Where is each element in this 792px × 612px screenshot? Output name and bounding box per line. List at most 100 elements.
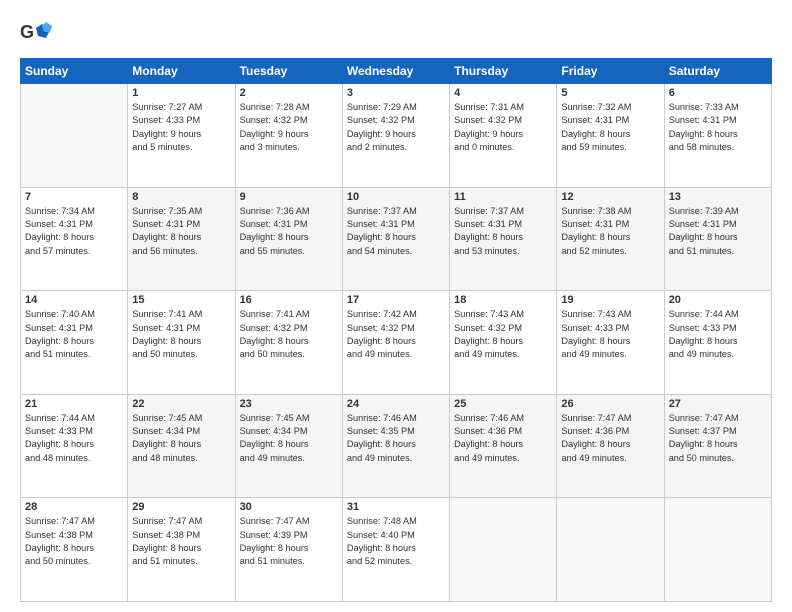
calendar-day-cell: 15 Sunrise: 7:41 AMSunset: 4:31 PMDayligh… [128, 291, 235, 395]
day-number: 25 [454, 398, 552, 410]
day-info: Sunrise: 7:47 AMSunset: 4:36 PMDaylight:… [561, 412, 659, 465]
day-number: 22 [132, 398, 230, 410]
calendar-day-cell: 19 Sunrise: 7:43 AMSunset: 4:33 PMDayligh… [557, 291, 664, 395]
calendar-day-cell: 7 Sunrise: 7:34 AMSunset: 4:31 PMDaylight… [21, 187, 128, 291]
day-info: Sunrise: 7:47 AMSunset: 4:38 PMDaylight:… [25, 515, 123, 568]
day-info: Sunrise: 7:27 AMSunset: 4:33 PMDaylight:… [132, 101, 230, 154]
day-number: 21 [25, 398, 123, 410]
day-number: 5 [561, 87, 659, 99]
day-info: Sunrise: 7:36 AMSunset: 4:31 PMDaylight:… [240, 205, 338, 258]
calendar-day-cell: 23 Sunrise: 7:45 AMSunset: 4:34 PMDayligh… [235, 394, 342, 498]
day-number: 16 [240, 294, 338, 306]
day-info: Sunrise: 7:37 AMSunset: 4:31 PMDaylight:… [347, 205, 445, 258]
calendar-table: SundayMondayTuesdayWednesdayThursdayFrid… [20, 58, 772, 602]
day-info: Sunrise: 7:32 AMSunset: 4:31 PMDaylight:… [561, 101, 659, 154]
day-info: Sunrise: 7:39 AMSunset: 4:31 PMDaylight:… [669, 205, 767, 258]
day-info: Sunrise: 7:45 AMSunset: 4:34 PMDaylight:… [240, 412, 338, 465]
day-info: Sunrise: 7:43 AMSunset: 4:33 PMDaylight:… [561, 308, 659, 361]
svg-text:G: G [20, 22, 34, 42]
day-info: Sunrise: 7:44 AMSunset: 4:33 PMDaylight:… [669, 308, 767, 361]
day-info: Sunrise: 7:43 AMSunset: 4:32 PMDaylight:… [454, 308, 552, 361]
calendar-week-row: 7 Sunrise: 7:34 AMSunset: 4:31 PMDaylight… [21, 187, 772, 291]
day-number: 28 [25, 501, 123, 513]
day-number: 11 [454, 191, 552, 203]
calendar-day-cell: 28 Sunrise: 7:47 AMSunset: 4:38 PMDayligh… [21, 498, 128, 602]
calendar-week-row: 14 Sunrise: 7:40 AMSunset: 4:31 PMDayligh… [21, 291, 772, 395]
day-number: 30 [240, 501, 338, 513]
day-info: Sunrise: 7:31 AMSunset: 4:32 PMDaylight:… [454, 101, 552, 154]
calendar-week-row: 1Sunrise: 7:27 AMSunset: 4:33 PMDaylight… [21, 84, 772, 188]
day-number: 12 [561, 191, 659, 203]
day-number: 4 [454, 87, 552, 99]
calendar-day-cell: 14 Sunrise: 7:40 AMSunset: 4:31 PMDayligh… [21, 291, 128, 395]
logo-icon: G [20, 18, 52, 50]
calendar-day-cell: 22 Sunrise: 7:45 AMSunset: 4:34 PMDayligh… [128, 394, 235, 498]
day-info: Sunrise: 7:34 AMSunset: 4:31 PMDaylight:… [25, 205, 123, 258]
day-number: 15 [132, 294, 230, 306]
day-info: Sunrise: 7:45 AMSunset: 4:34 PMDaylight:… [132, 412, 230, 465]
calendar-day-cell: 29 Sunrise: 7:47 AMSunset: 4:38 PMDayligh… [128, 498, 235, 602]
day-info: Sunrise: 7:33 AMSunset: 4:31 PMDaylight:… [669, 101, 767, 154]
calendar-day-cell: 10 Sunrise: 7:37 AMSunset: 4:31 PMDayligh… [342, 187, 449, 291]
day-info: Sunrise: 7:40 AMSunset: 4:31 PMDaylight:… [25, 308, 123, 361]
calendar-day-cell: 21Sunrise: 7:44 AMSunset: 4:33 PMDayligh… [21, 394, 128, 498]
calendar-day-cell: 1Sunrise: 7:27 AMSunset: 4:33 PMDaylight… [128, 84, 235, 188]
day-info: Sunrise: 7:38 AMSunset: 4:31 PMDaylight:… [561, 205, 659, 258]
day-info: Sunrise: 7:41 AMSunset: 4:32 PMDaylight:… [240, 308, 338, 361]
day-number: 10 [347, 191, 445, 203]
calendar-day-cell: 9 Sunrise: 7:36 AMSunset: 4:31 PMDaylight… [235, 187, 342, 291]
day-number: 31 [347, 501, 445, 513]
calendar-day-cell: 3 Sunrise: 7:29 AMSunset: 4:32 PMDaylight… [342, 84, 449, 188]
day-number: 19 [561, 294, 659, 306]
day-number: 24 [347, 398, 445, 410]
day-info: Sunrise: 7:29 AMSunset: 4:32 PMDaylight:… [347, 101, 445, 154]
day-info: Sunrise: 7:47 AMSunset: 4:37 PMDaylight:… [669, 412, 767, 465]
calendar-empty-cell [664, 498, 771, 602]
day-number: 7 [25, 191, 123, 203]
page-header: G [20, 18, 772, 50]
day-number: 14 [25, 294, 123, 306]
day-number: 29 [132, 501, 230, 513]
calendar-day-cell: 27Sunrise: 7:47 AMSunset: 4:37 PMDayligh… [664, 394, 771, 498]
day-info: Sunrise: 7:48 AMSunset: 4:40 PMDaylight:… [347, 515, 445, 568]
day-number: 17 [347, 294, 445, 306]
calendar-week-row: 28 Sunrise: 7:47 AMSunset: 4:38 PMDayligh… [21, 498, 772, 602]
day-number: 8 [132, 191, 230, 203]
calendar-day-cell: 11 Sunrise: 7:37 AMSunset: 4:31 PMDayligh… [450, 187, 557, 291]
weekday-header-saturday: Saturday [664, 59, 771, 84]
day-info: Sunrise: 7:37 AMSunset: 4:31 PMDaylight:… [454, 205, 552, 258]
logo: G [20, 18, 54, 50]
day-number: 6 [669, 87, 767, 99]
day-number: 3 [347, 87, 445, 99]
calendar-day-cell: 17Sunrise: 7:42 AMSunset: 4:32 PMDayligh… [342, 291, 449, 395]
calendar-empty-cell [557, 498, 664, 602]
day-info: Sunrise: 7:47 AMSunset: 4:38 PMDaylight:… [132, 515, 230, 568]
calendar-week-row: 21Sunrise: 7:44 AMSunset: 4:33 PMDayligh… [21, 394, 772, 498]
calendar-day-cell: 6 Sunrise: 7:33 AMSunset: 4:31 PMDaylight… [664, 84, 771, 188]
calendar-empty-cell [21, 84, 128, 188]
day-number: 18 [454, 294, 552, 306]
calendar-day-cell: 13 Sunrise: 7:39 AMSunset: 4:31 PMDayligh… [664, 187, 771, 291]
calendar-day-cell: 25 Sunrise: 7:46 AMSunset: 4:36 PMDayligh… [450, 394, 557, 498]
calendar-day-cell: 4 Sunrise: 7:31 AMSunset: 4:32 PMDaylight… [450, 84, 557, 188]
calendar-day-cell: 5 Sunrise: 7:32 AMSunset: 4:31 PMDaylight… [557, 84, 664, 188]
day-info: Sunrise: 7:46 AMSunset: 4:35 PMDaylight:… [347, 412, 445, 465]
weekday-header-thursday: Thursday [450, 59, 557, 84]
day-info: Sunrise: 7:35 AMSunset: 4:31 PMDaylight:… [132, 205, 230, 258]
calendar-day-cell: 2Sunrise: 7:28 AMSunset: 4:32 PMDaylight… [235, 84, 342, 188]
day-number: 2 [240, 87, 338, 99]
day-info: Sunrise: 7:41 AMSunset: 4:31 PMDaylight:… [132, 308, 230, 361]
day-info: Sunrise: 7:47 AMSunset: 4:39 PMDaylight:… [240, 515, 338, 568]
day-number: 13 [669, 191, 767, 203]
weekday-header-row: SundayMondayTuesdayWednesdayThursdayFrid… [21, 59, 772, 84]
day-number: 9 [240, 191, 338, 203]
weekday-header-sunday: Sunday [21, 59, 128, 84]
calendar-empty-cell [450, 498, 557, 602]
calendar-day-cell: 30 Sunrise: 7:47 AMSunset: 4:39 PMDayligh… [235, 498, 342, 602]
day-info: Sunrise: 7:46 AMSunset: 4:36 PMDaylight:… [454, 412, 552, 465]
day-number: 23 [240, 398, 338, 410]
calendar-day-cell: 24 Sunrise: 7:46 AMSunset: 4:35 PMDayligh… [342, 394, 449, 498]
calendar-day-cell: 12 Sunrise: 7:38 AMSunset: 4:31 PMDayligh… [557, 187, 664, 291]
calendar-day-cell: 16 Sunrise: 7:41 AMSunset: 4:32 PMDayligh… [235, 291, 342, 395]
calendar-day-cell: 31 Sunrise: 7:48 AMSunset: 4:40 PMDayligh… [342, 498, 449, 602]
